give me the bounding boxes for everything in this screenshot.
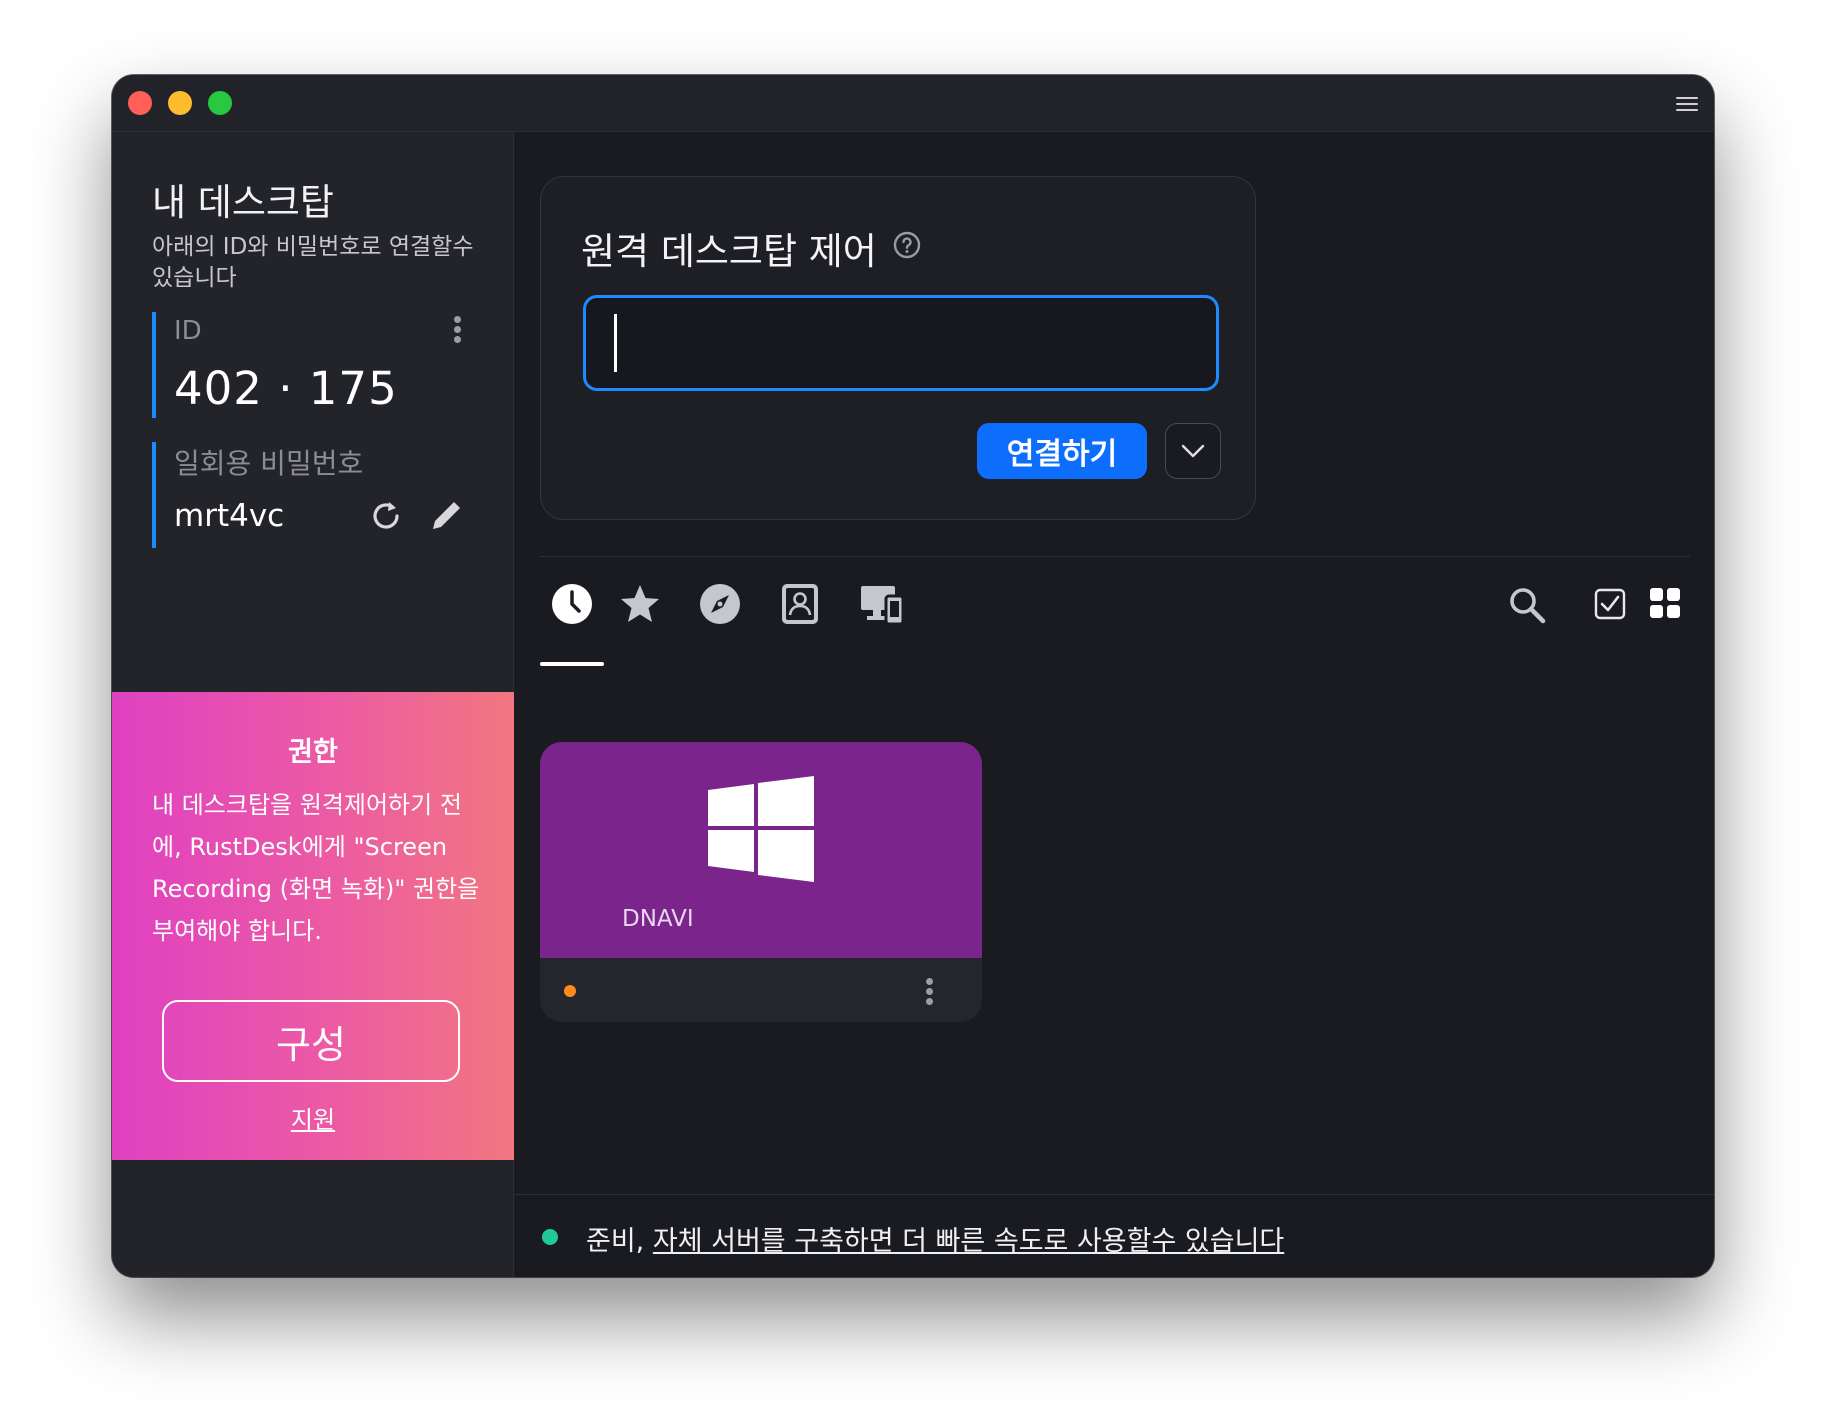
my-desktop-description: 아래의 ID와 비밀번호로 연결할수 있습니다 <box>152 234 474 291</box>
status-dot <box>542 1229 558 1245</box>
id-label: ID <box>174 316 202 346</box>
search-icon[interactable] <box>1508 586 1546 624</box>
tab-favorites[interactable] <box>608 582 672 654</box>
password-section: 일회용 비밀번호 mrt4vc <box>152 442 466 548</box>
peer-more-icon[interactable] <box>926 978 934 1008</box>
remote-control-card: 원격 데스크탑 제어 연결하기 <box>540 176 1256 520</box>
section-divider <box>540 556 1690 557</box>
text-caret <box>614 314 617 372</box>
status-text: 준비, 자체 서버를 구축하면 더 빠른 속도로 사용할수 있습니다 <box>586 1219 1284 1258</box>
star-icon <box>621 585 659 622</box>
title-bar <box>112 75 1714 132</box>
remote-id-input[interactable] <box>583 295 1219 391</box>
tab-discovered[interactable] <box>688 582 752 654</box>
connect-button[interactable]: 연결하기 <box>977 423 1147 479</box>
sidebar: 내 데스크탑 아래의 ID와 비밀번호로 연결할수 있습니다 ID 402 · … <box>112 132 514 1277</box>
minimize-window-button[interactable] <box>168 91 192 115</box>
configure-button[interactable]: 구성 <box>162 1000 460 1082</box>
status-prefix: 준비, <box>586 1226 653 1257</box>
main-panel: 원격 데스크탑 제어 연결하기 DNAVI 준비, 자체 서버를 구축하면 더 … <box>514 132 1714 1277</box>
maximize-window-button[interactable] <box>208 91 232 115</box>
permission-panel: 권한 내 데스크탑을 원격제어하기 전에, RustDesk에게 "Screen… <box>112 692 514 1160</box>
self-host-server-link[interactable]: 자체 서버를 구축하면 더 빠른 속도로 사용할수 있습니다 <box>653 1226 1284 1257</box>
compass-icon <box>700 584 740 624</box>
tab-accessible-devices[interactable] <box>850 582 914 654</box>
password-label: 일회용 비밀번호 <box>174 447 364 480</box>
id-section: ID 402 · 175 <box>152 312 466 418</box>
status-bar: 준비, 자체 서버를 구축하면 더 빠른 속도로 사용할수 있습니다 <box>514 1194 1714 1277</box>
app-window: 내 데스크탑 아래의 ID와 비밀번호로 연결할수 있습니다 ID 402 · … <box>112 75 1714 1277</box>
active-tab-indicator <box>540 662 604 666</box>
chevron-down-icon <box>1181 444 1205 458</box>
permission-title: 권한 <box>288 737 338 768</box>
select-checkbox-icon[interactable] <box>1594 588 1626 620</box>
connect-options-button[interactable] <box>1165 423 1221 479</box>
grid-view-icon[interactable] <box>1650 588 1680 618</box>
id-more-icon[interactable] <box>454 316 462 346</box>
address-book-icon <box>782 584 818 624</box>
peer-status-dot <box>564 985 576 997</box>
tab-recent-sessions[interactable] <box>540 582 604 666</box>
my-desktop-title: 내 데스크탑 <box>152 181 334 224</box>
peer-name: DNAVI <box>622 906 694 932</box>
devices-icon <box>861 586 905 626</box>
clock-icon <box>552 584 592 624</box>
support-link[interactable]: 지원 <box>112 1100 514 1135</box>
peer-card[interactable]: DNAVI <box>540 742 982 1022</box>
edit-password-icon[interactable] <box>428 496 466 534</box>
refresh-password-icon[interactable] <box>368 498 404 534</box>
tab-address-book[interactable] <box>768 582 832 654</box>
password-value[interactable]: mrt4vc <box>174 498 284 534</box>
windows-logo-icon <box>708 776 814 882</box>
help-icon[interactable] <box>893 231 921 259</box>
close-window-button[interactable] <box>128 91 152 115</box>
remote-control-title: 원격 데스크탑 제어 <box>581 230 877 273</box>
permission-text: 내 데스크탑을 원격제어하기 전에, RustDesk에게 "Screen Re… <box>152 791 480 945</box>
id-value[interactable]: 402 · 175 <box>174 362 398 415</box>
hamburger-icon[interactable] <box>1676 93 1698 113</box>
peer-card-header: DNAVI <box>540 742 982 958</box>
